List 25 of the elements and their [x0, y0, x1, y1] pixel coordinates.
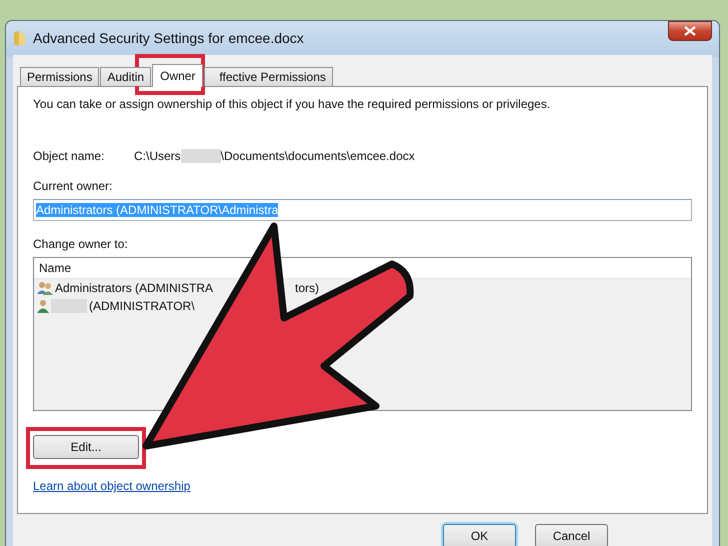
intro-text: You can take or assign ownership of this object if you have the required permissions or privileges. [33, 97, 552, 111]
object-name-label: Object name: [33, 149, 106, 163]
dialog-button[interactable]: Cancel [535, 524, 608, 546]
tab[interactable]: Owner [152, 64, 204, 87]
change-owner-label: Change owner to: [33, 237, 129, 251]
user-icon [37, 299, 49, 313]
tab[interactable]: Auditin [100, 67, 152, 86]
owner-list-item[interactable]: tors) [295, 281, 320, 295]
window-title: Advanced Security Settings for emcee.docx [33, 30, 305, 46]
tab[interactable]: Permissions [20, 67, 100, 86]
edit-button[interactable]: Edit... [33, 435, 139, 459]
owner-list-item[interactable]: Administrators (ADMINISTRA [55, 281, 214, 295]
users-icon [37, 281, 53, 295]
folder-icon [13, 30, 27, 46]
dialog-button[interactable]: OK [443, 524, 516, 546]
current-owner-label: Current owner: [33, 179, 114, 193]
owner-list-item[interactable]: (ADMINISTRATOR\ [89, 299, 195, 313]
object-path: C:\Users [134, 149, 181, 163]
object-path: \Documents\documents\emcee.docx [220, 149, 415, 163]
column-header: Name [34, 258, 691, 279]
close-button[interactable] [668, 21, 712, 41]
ownership-link[interactable]: Learn about object ownership [33, 479, 190, 493]
tab[interactable]: ffective Permissions [204, 67, 333, 86]
close-icon [684, 26, 696, 36]
blurred-text [180, 149, 221, 163]
